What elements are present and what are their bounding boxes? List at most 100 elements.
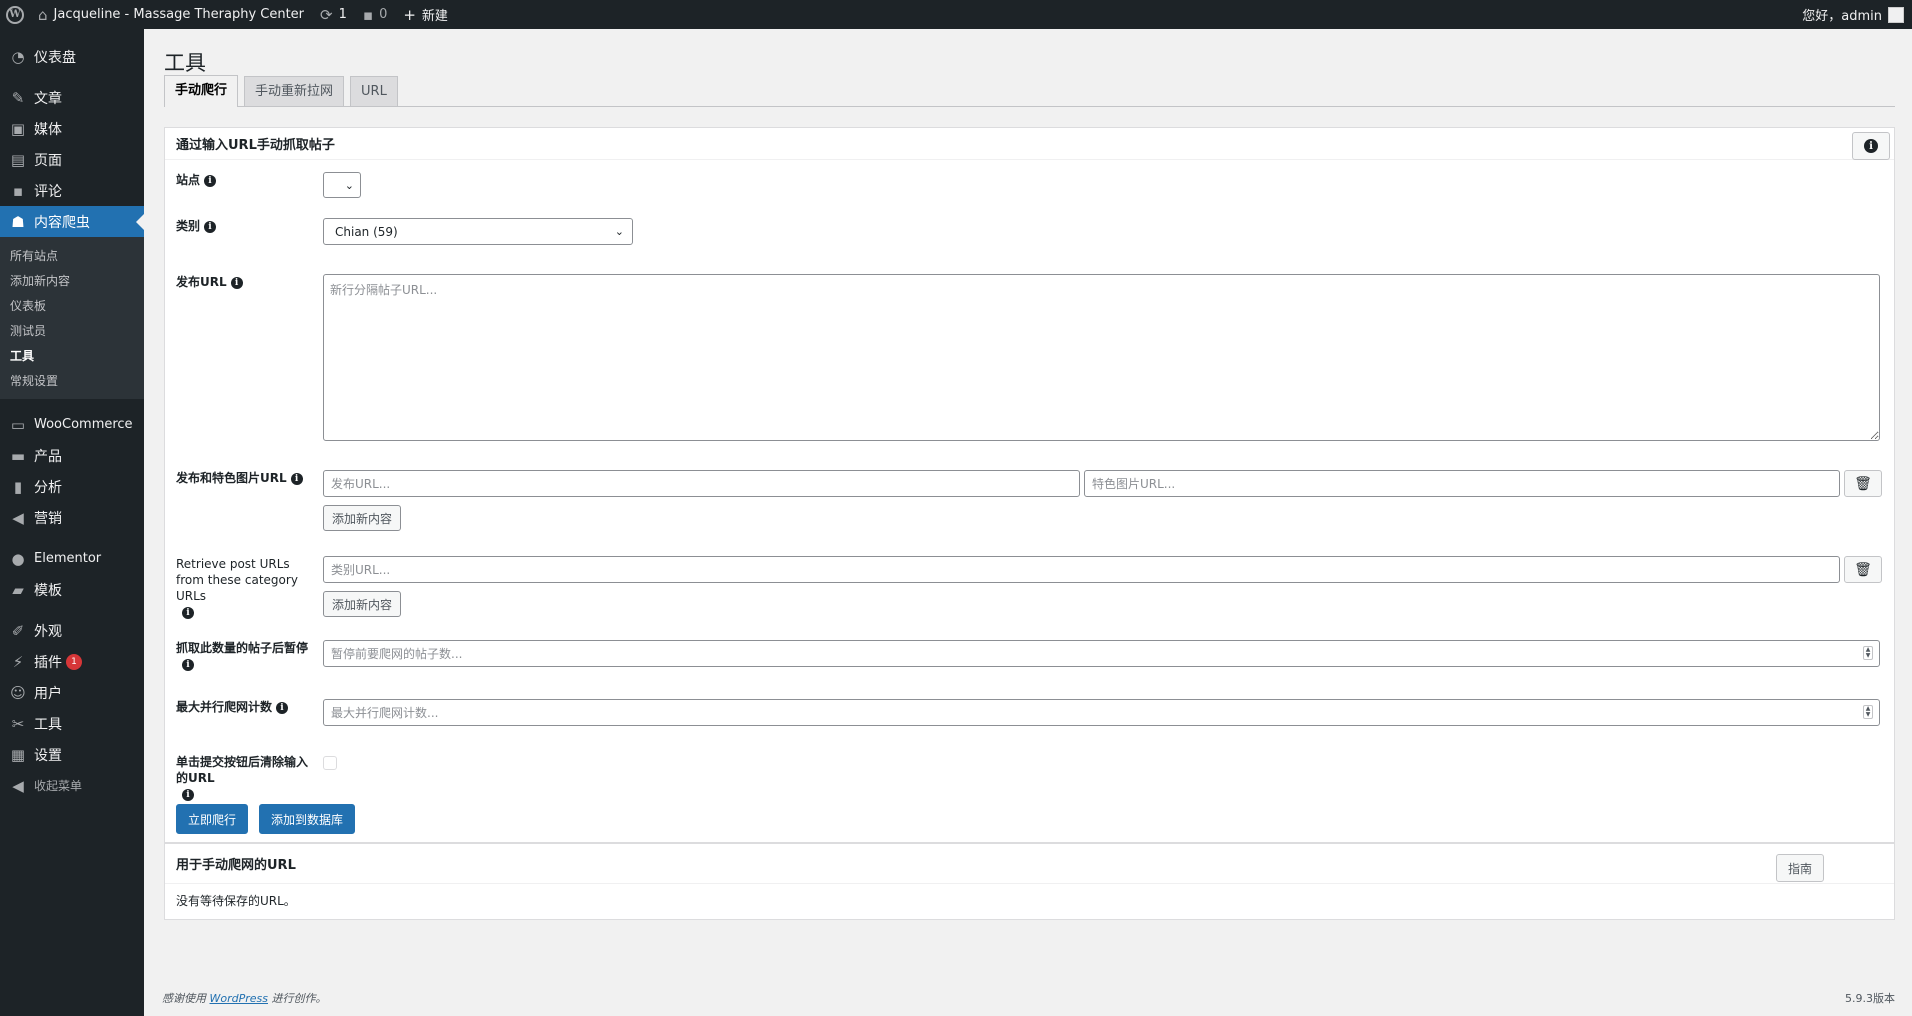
- tab-manual-crawl[interactable]: 手动爬行: [164, 75, 239, 107]
- add-to-database-button[interactable]: 添加到数据库: [259, 804, 356, 834]
- guide-button[interactable]: 指南: [1775, 854, 1824, 882]
- menu-templates[interactable]: ▰ 模板: [0, 574, 144, 605]
- crawler-submenu: 所有站点 添加新内容 仪表板 测试员 工具 常规设置: [0, 237, 144, 399]
- menu-media[interactable]: ▣ 媒体: [0, 113, 144, 144]
- menu-dashboard[interactable]: ◔ 仪表盘: [0, 41, 144, 72]
- updates-link[interactable]: ⟳ 1: [312, 0, 355, 29]
- menu-marketing[interactable]: ◀ 营销: [0, 502, 144, 533]
- menu-elementor[interactable]: ● Elementor: [0, 543, 144, 574]
- site-name-link[interactable]: ⌂ Jacqueline - Massage Theraphy Center: [30, 0, 312, 29]
- folder-icon: ▰: [12, 580, 24, 599]
- label-text: 抓取此数量的帖子后暂停: [176, 641, 309, 655]
- menu-label: 仪表盘: [34, 49, 76, 66]
- menu-posts[interactable]: ✎ 文章: [0, 82, 144, 113]
- info-button[interactable]: i: [1852, 132, 1890, 160]
- dashboard-icon: ◔: [11, 47, 25, 66]
- site-row: 站点 i ⌄: [165, 172, 1894, 218]
- wordpress-link[interactable]: WordPress: [210, 992, 269, 1005]
- category-value: Chian (59): [335, 224, 398, 239]
- delete-row-button[interactable]: 🗑: [1844, 470, 1882, 497]
- chevron-down-icon: ⌄: [614, 225, 624, 238]
- menu-products[interactable]: ▬ 产品: [0, 440, 144, 471]
- urls-box-title: 用于手动爬网的URL: [176, 858, 296, 873]
- comments-count: 0: [379, 7, 388, 22]
- menu-pages[interactable]: ▤ 页面: [0, 144, 144, 175]
- menu-appearance[interactable]: ✐ 外观: [0, 615, 144, 646]
- collapse-menu-button[interactable]: ◀ 收起菜单: [0, 770, 144, 801]
- submenu-all-sites[interactable]: 所有站点: [0, 243, 144, 268]
- avatar: [1888, 6, 1904, 23]
- category-urls-label: Retrieve post URLs from these category U…: [176, 556, 323, 640]
- label-text: Retrieve post URLs from these category U…: [176, 557, 298, 603]
- info-icon[interactable]: i: [230, 276, 243, 289]
- footer: 感谢使用 WordPress 进行创作。 5.9.3版本: [162, 990, 1895, 1006]
- submenu-dashboard[interactable]: 仪表板: [0, 293, 144, 318]
- featured-label: 发布和特色图片URL i: [176, 470, 323, 556]
- menu-woocommerce[interactable]: ▭ WooCommerce: [0, 409, 144, 440]
- category-select[interactable]: Chian (59) ⌄: [323, 218, 633, 245]
- comments-link[interactable]: ▪ 0: [355, 0, 395, 29]
- home-icon: ⌂: [38, 5, 48, 24]
- box-header: 通过输入URL手动抓取帖子 i: [165, 128, 1894, 160]
- updates-count: 1: [338, 7, 347, 22]
- info-icon[interactable]: i: [182, 606, 194, 619]
- menu-content-crawler[interactable]: ☗ 内容爬虫: [0, 206, 144, 237]
- menu-comments[interactable]: ▪ 评论: [0, 175, 144, 206]
- menu-analytics[interactable]: ▮ 分析: [0, 471, 144, 502]
- chart-icon: ▮: [13, 477, 23, 496]
- my-account[interactable]: 您好，admin: [1802, 5, 1912, 24]
- post-url-input[interactable]: [323, 470, 1080, 497]
- wrench-icon: ✂: [11, 714, 25, 733]
- info-icon[interactable]: i: [276, 701, 289, 714]
- label-text: 单击提交按钮后清除输入的URL: [176, 755, 309, 785]
- site-select[interactable]: ⌄: [323, 172, 361, 198]
- chevron-down-icon: ⌄: [344, 178, 354, 192]
- delete-row-button[interactable]: 🗑: [1844, 556, 1882, 583]
- comment-icon: ▪: [362, 5, 374, 24]
- label-text: 发布和特色图片URL: [176, 471, 287, 485]
- woo-icon: ▭: [10, 415, 26, 434]
- pause-count-input[interactable]: [323, 640, 1880, 667]
- spinner-icon[interactable]: ▲ ▼: [1863, 646, 1873, 660]
- settings-icon: ▦: [10, 745, 26, 764]
- label-text: 最大并行爬网计数: [176, 700, 273, 714]
- clear-urls-checkbox[interactable]: [323, 756, 337, 770]
- new-content-link[interactable]: + 新建: [395, 0, 456, 29]
- user-icon: ☺: [10, 683, 26, 702]
- info-icon[interactable]: i: [290, 472, 303, 485]
- tabs-bar: 手动爬行 手动重新拉网 URL: [164, 75, 1895, 107]
- submenu-tester[interactable]: 测试员: [0, 318, 144, 343]
- featured-image-url-input[interactable]: [1084, 470, 1840, 497]
- wordpress-logo-icon[interactable]: W: [0, 0, 30, 29]
- site-label: 站点 i: [176, 172, 323, 218]
- tab-url[interactable]: URL: [350, 76, 398, 106]
- add-new-button[interactable]: 添加新内容: [323, 591, 402, 617]
- submenu-add-new[interactable]: 添加新内容: [0, 268, 144, 293]
- category-url-input[interactable]: [323, 556, 1840, 583]
- archive-icon: ▬: [10, 446, 26, 465]
- post-urls-textarea[interactable]: [323, 274, 1880, 441]
- menu-label: 营销: [34, 510, 62, 527]
- info-icon[interactable]: i: [204, 174, 217, 187]
- main-content: 工具 手动爬行 手动重新拉网 URL 通过输入URL手动抓取帖子 i 站点 i ⌄…: [164, 29, 1895, 920]
- greeting-text: 您好，admin: [1802, 9, 1882, 24]
- submenu-general-settings[interactable]: 常规设置: [0, 368, 144, 393]
- info-icon[interactable]: i: [204, 220, 217, 233]
- info-icon[interactable]: i: [182, 658, 194, 671]
- add-new-button[interactable]: 添加新内容: [323, 505, 402, 531]
- page-icon: ▤: [10, 150, 26, 169]
- menu-tools[interactable]: ✂ 工具: [0, 708, 144, 739]
- label-text: 类别: [176, 219, 201, 233]
- actions-row: 立即爬行 添加到数据库: [165, 804, 1894, 842]
- crawl-now-button[interactable]: 立即爬行: [176, 804, 249, 834]
- media-icon: ▣: [10, 119, 26, 138]
- info-icon[interactable]: i: [182, 788, 194, 801]
- menu-label: 分析: [34, 479, 62, 496]
- menu-users[interactable]: ☺ 用户: [0, 677, 144, 708]
- menu-plugins[interactable]: ⚡ 插件 1: [0, 646, 144, 677]
- menu-settings[interactable]: ▦ 设置: [0, 739, 144, 770]
- spinner-icon[interactable]: ▲ ▼: [1863, 705, 1873, 719]
- tab-manual-recrawl[interactable]: 手动重新拉网: [244, 76, 345, 106]
- max-parallel-input[interactable]: [323, 699, 1880, 726]
- submenu-tools[interactable]: 工具: [0, 343, 144, 368]
